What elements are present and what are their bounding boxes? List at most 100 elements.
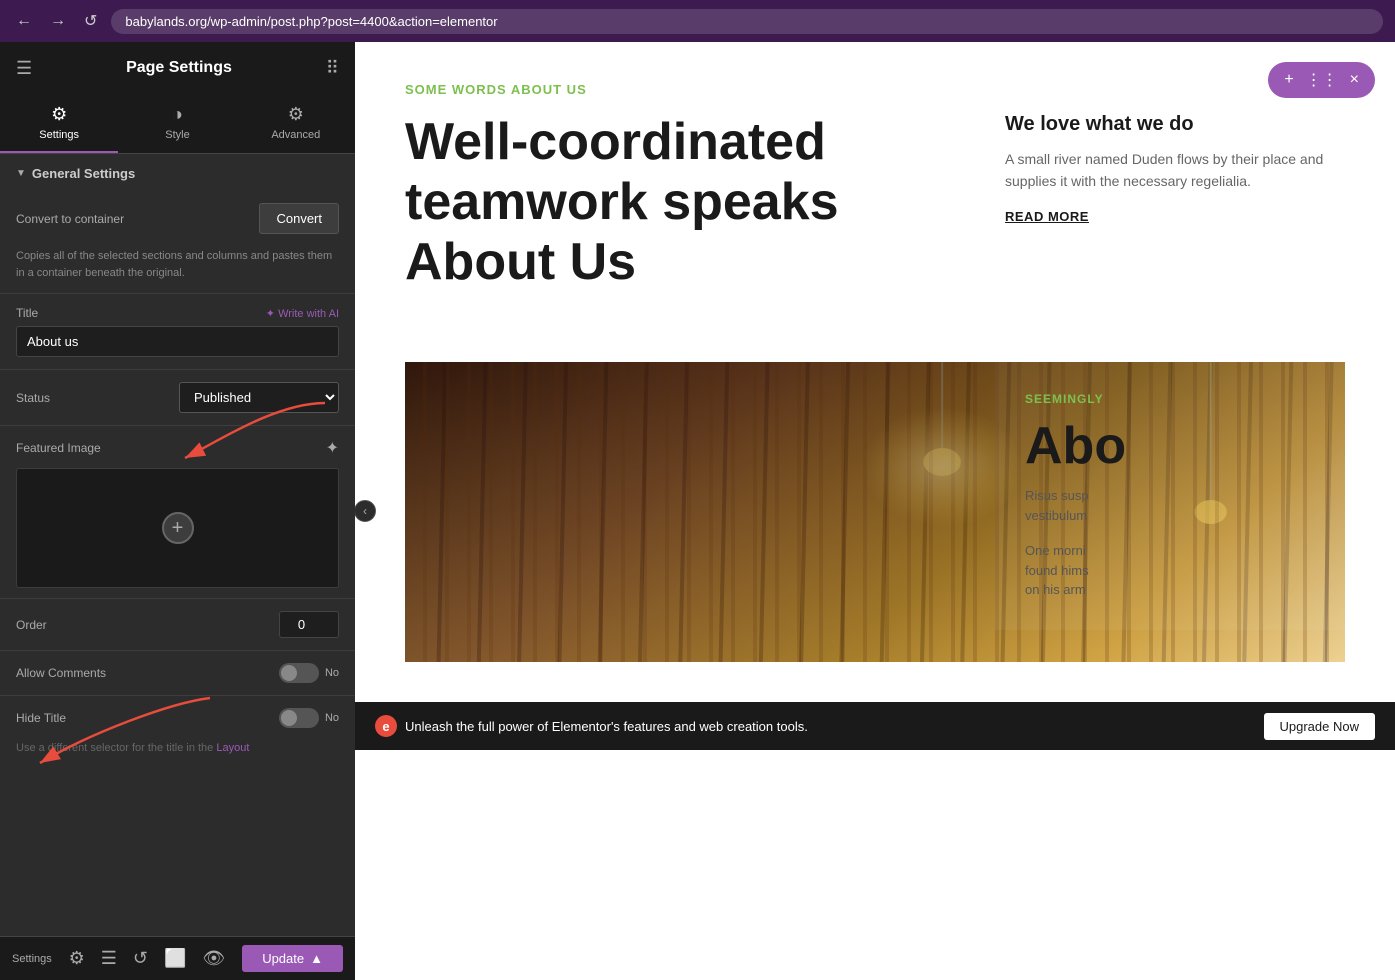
title-input[interactable]: [16, 326, 339, 357]
convert-note: Copies all of the selected sections and …: [0, 244, 355, 291]
allow-comments-toggle[interactable]: No: [279, 663, 339, 683]
bottom-section-title: Abo: [1025, 416, 1315, 476]
status-row: Status Published Draft Pending Review: [0, 372, 355, 423]
bottom-text-line-4: found hims: [1025, 561, 1315, 581]
add-image-icon: +: [162, 512, 194, 544]
float-toolbar: + ⋮⋮ ×: [1268, 62, 1375, 98]
bottom-bar: Settings ⚙ ☰ ↺ ⬜ 👁 Update ▲: [0, 936, 355, 980]
promo-message: Unleash the full power of Elementor's fe…: [405, 719, 808, 734]
status-label: Status: [16, 391, 50, 405]
address-bar[interactable]: [111, 9, 1383, 34]
left-panel: ☰ Page Settings ⠿ ⚙ Settings ◑ Style ⚙ A…: [0, 42, 355, 980]
convert-button[interactable]: Convert: [259, 203, 339, 234]
featured-image-action-icon[interactable]: ✦: [326, 438, 339, 458]
divider-3: [0, 425, 355, 426]
main-layout: ☰ Page Settings ⠿ ⚙ Settings ◑ Style ⚙ A…: [0, 42, 1395, 980]
general-settings-header[interactable]: ▼ General Settings: [0, 154, 355, 193]
convert-label: Convert to container: [16, 212, 124, 226]
hide-title-note-text: Use a different selector for the title i…: [16, 742, 213, 754]
divider-6: [0, 695, 355, 696]
bottom-text-overlay: SEEMINGLY Abo Risus susp vestibulum One …: [995, 362, 1345, 630]
hide-title-row: Hide Title No: [0, 698, 355, 738]
collapse-panel-area: ‹: [355, 500, 376, 522]
elementor-logo: e: [375, 715, 397, 737]
section-label: SOME WORDS ABOUT US: [405, 82, 1345, 97]
back-button[interactable]: ←: [12, 8, 36, 34]
featured-image-box[interactable]: +: [16, 468, 339, 588]
grid-button[interactable]: ⋮⋮: [1302, 68, 1342, 92]
website-content: SOME WORDS ABOUT US Well-coordinated tea…: [355, 42, 1395, 702]
write-ai-button[interactable]: ✦ Write with AI: [266, 307, 339, 320]
advanced-tab-icon: ⚙: [288, 104, 304, 125]
featured-image-label: Featured Image: [16, 441, 101, 455]
hide-title-switch[interactable]: [279, 708, 319, 728]
forward-button[interactable]: →: [46, 8, 70, 34]
bottom-bar-icons: ⚙ ☰ ↺ ⬜ 👁: [69, 948, 226, 969]
bottom-section-text-1: Risus susp vestibulum: [1025, 486, 1315, 525]
tab-advanced[interactable]: ⚙ Advanced: [237, 94, 355, 153]
divider-1: [0, 293, 355, 294]
divider-2: [0, 369, 355, 370]
eye-icon[interactable]: 👁: [202, 948, 225, 969]
bottom-section: SEEMINGLY Abo Risus susp vestibulum One …: [405, 362, 1345, 662]
order-row: Order: [0, 601, 355, 648]
bottom-text-line-2: vestibulum: [1025, 506, 1315, 526]
allow-comments-label: Allow Comments: [16, 666, 106, 680]
status-select[interactable]: Published Draft Pending Review: [179, 382, 339, 413]
update-button[interactable]: Update ▲: [242, 945, 343, 972]
bottom-section-label: SEEMINGLY: [1025, 392, 1315, 406]
bottom-text-line-3: One morni: [1025, 541, 1315, 561]
hero-title: Well-coordinated teamwork speaks About U…: [405, 113, 965, 292]
settings-tab-label: Settings: [39, 129, 79, 141]
hero-column: Well-coordinated teamwork speaks About U…: [405, 113, 965, 322]
panel-tabs: ⚙ Settings ◑ Style ⚙ Advanced: [0, 94, 355, 154]
reload-button[interactable]: ↺: [80, 7, 101, 35]
section-title: General Settings: [32, 166, 135, 181]
bottom-text-line-5: on his arm: [1025, 580, 1315, 600]
allow-comments-row: Allow Comments No: [0, 653, 355, 693]
side-title: We love what we do: [1005, 113, 1345, 136]
layout-link[interactable]: Layout: [216, 742, 249, 754]
collapse-panel-button[interactable]: ‹: [355, 500, 376, 522]
hide-title-note: Use a different selector for the title i…: [0, 738, 355, 764]
content-grid: Well-coordinated teamwork speaks About U…: [405, 113, 1345, 322]
settings-tab-icon: ⚙: [51, 104, 67, 125]
right-content: + ⋮⋮ × ‹ SOME WORDS ABOUT US Well-coordi…: [355, 42, 1395, 980]
style-tab-icon: ◑: [172, 104, 183, 125]
gear-bottom-icon[interactable]: ⚙: [69, 948, 85, 969]
hide-title-label: Hide Title: [16, 711, 66, 725]
allow-comments-value: No: [325, 667, 339, 679]
read-more-link[interactable]: READ MORE: [1005, 209, 1345, 224]
side-text: A small river named Duden flows by their…: [1005, 148, 1345, 193]
hamburger-icon[interactable]: ☰: [16, 58, 32, 79]
style-tab-label: Style: [165, 129, 189, 141]
divider-4: [0, 598, 355, 599]
title-row: Title ✦ Write with AI: [0, 296, 355, 367]
divider-5: [0, 650, 355, 651]
order-input[interactable]: [279, 611, 339, 638]
allow-comments-switch[interactable]: [279, 663, 319, 683]
update-arrow-icon: ▲: [310, 951, 323, 966]
update-label: Update: [262, 951, 304, 966]
order-label: Order: [16, 618, 47, 632]
tab-style[interactable]: ◑ Style: [118, 94, 236, 153]
bottom-text-line-1: Risus susp: [1025, 486, 1315, 506]
panel-title: Page Settings: [126, 59, 232, 77]
promo-text: e Unleash the full power of Elementor's …: [375, 715, 808, 737]
add-section-button[interactable]: +: [1280, 69, 1297, 91]
convert-row: Convert to container Convert: [0, 193, 355, 244]
responsive-icon[interactable]: ⬜: [164, 948, 186, 969]
grid-icon[interactable]: ⠿: [326, 58, 339, 79]
upgrade-button[interactable]: Upgrade Now: [1264, 713, 1376, 740]
title-label: Title: [16, 306, 38, 320]
close-button[interactable]: ×: [1346, 69, 1363, 91]
hide-title-toggle[interactable]: No: [279, 708, 339, 728]
hide-title-value: No: [325, 712, 339, 724]
advanced-tab-label: Advanced: [271, 129, 320, 141]
side-content: We love what we do A small river named D…: [1005, 113, 1345, 322]
settings-label: Settings: [12, 953, 52, 965]
tab-settings[interactable]: ⚙ Settings: [0, 94, 118, 153]
browser-chrome: ← → ↺: [0, 0, 1395, 42]
history-icon[interactable]: ↺: [133, 948, 148, 969]
layers-icon[interactable]: ☰: [101, 948, 117, 969]
